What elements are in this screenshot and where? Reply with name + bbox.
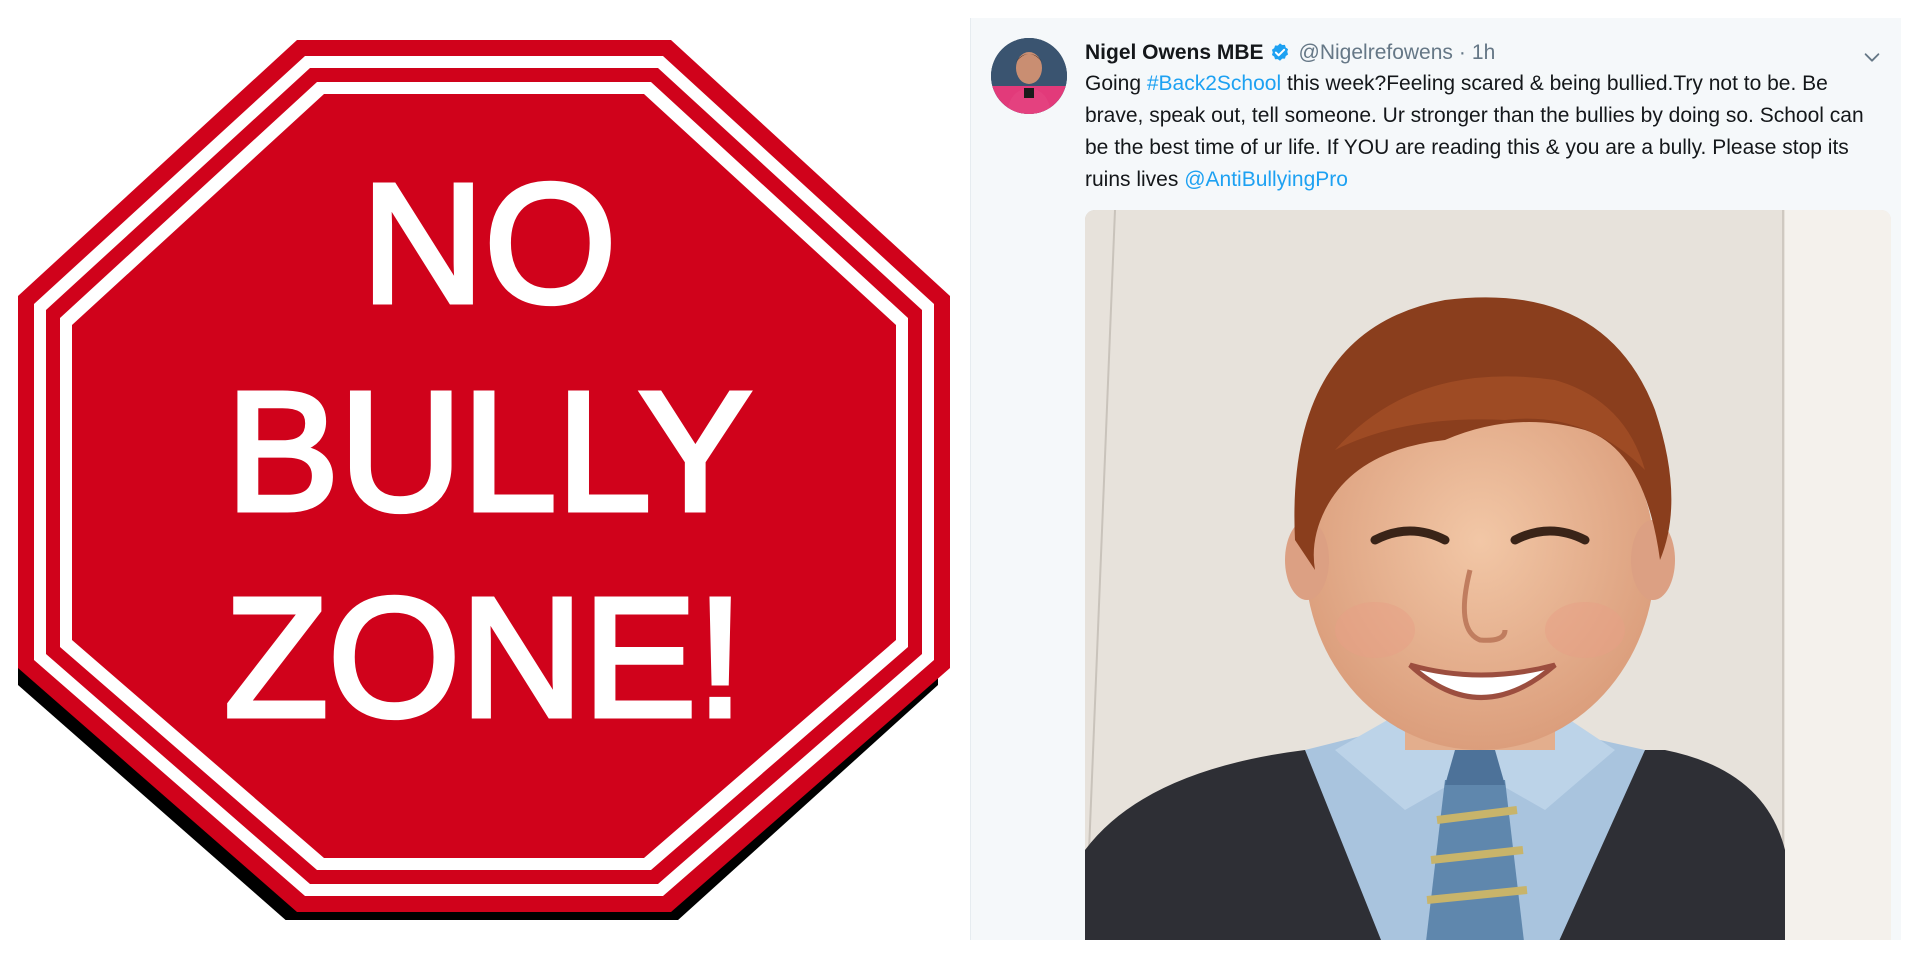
verified-badge-icon — [1269, 42, 1291, 64]
tweet-timestamp[interactable]: 1h — [1472, 41, 1495, 65]
chevron-down-icon[interactable] — [1861, 46, 1883, 68]
tweet-header: Nigel Owens MBE @Nigelrefowens · 1h — [1085, 36, 1495, 70]
meta-separator: · — [1458, 41, 1466, 64]
tweet-card: Nigel Owens MBE @Nigelrefowens · 1h Goin… — [970, 18, 1901, 940]
hashtag-link[interactable]: #Back2School — [1147, 72, 1281, 95]
user-handle[interactable]: @Nigelrefowens — [1299, 41, 1453, 65]
tweet-text-part: Going — [1085, 72, 1147, 95]
display-name[interactable]: Nigel Owens MBE — [1085, 41, 1264, 65]
sign-line-2: BULLY — [226, 357, 752, 547]
tweet-text: Going #Back2School this week?Feeling sca… — [1085, 68, 1875, 196]
no-bully-zone-sign: NO BULLY ZONE! — [14, 36, 954, 920]
mention-link[interactable]: @AntiBullyingPro — [1184, 168, 1348, 191]
sign-line-1: NO — [362, 149, 617, 339]
tweet-photo[interactable] — [1085, 210, 1891, 940]
avatar[interactable] — [991, 38, 1067, 114]
composite-image: NO BULLY ZONE! Nigel Owens MBE @Nigelref… — [0, 0, 1920, 960]
sign-line-3: ZONE! — [224, 563, 743, 753]
